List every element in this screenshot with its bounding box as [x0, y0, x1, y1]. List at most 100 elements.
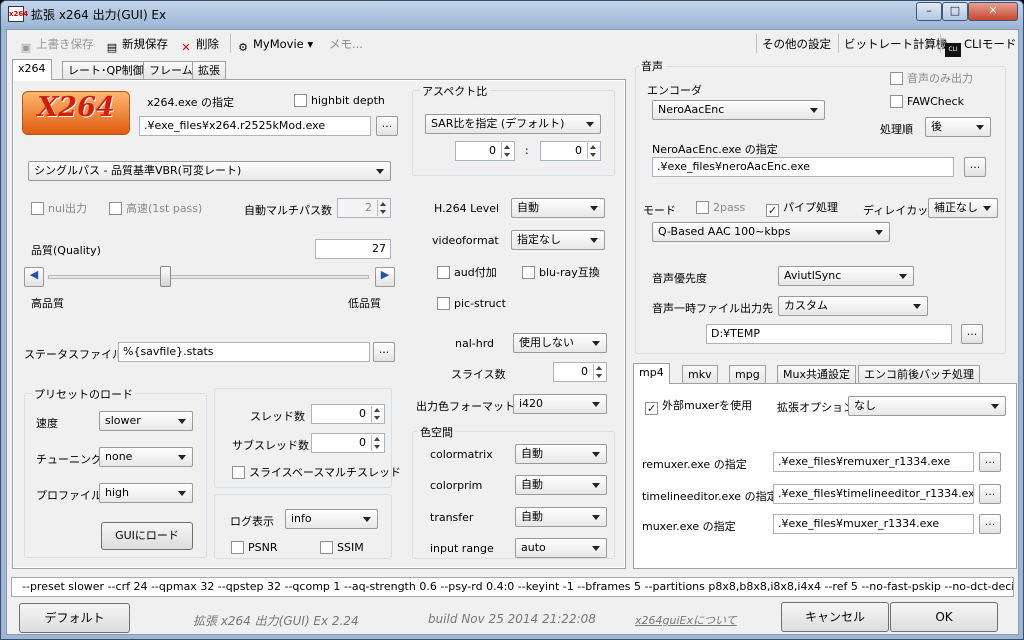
ext-option-select[interactable]: なし	[848, 396, 1006, 416]
videoformat-select[interactable]: 指定なし	[511, 230, 605, 250]
threads-stepper[interactable]: 0	[311, 404, 385, 424]
h264-level-select[interactable]: 自動	[511, 198, 605, 218]
profile-select[interactable]: high	[99, 483, 193, 503]
quality-slider-thumb[interactable]	[160, 266, 171, 287]
delay-cut-select[interactable]: 補正なし	[928, 198, 998, 218]
audio-priority-select[interactable]: AviutlSync	[778, 266, 914, 286]
timelineeditor-browse-button[interactable]: ...	[979, 484, 1001, 504]
muxer-path-input[interactable]: .¥exe_files¥muxer_r1334.exe	[773, 514, 974, 534]
default-button[interactable]: デフォルト	[19, 603, 130, 633]
status-file-browse-button[interactable]: ...	[373, 342, 395, 362]
maximize-button[interactable]: □	[942, 2, 968, 21]
audio-temp-mode-select[interactable]: カスタム	[778, 296, 928, 316]
bitrate-calculator-button[interactable]: ビットレート計算機	[844, 35, 948, 53]
audio-temp-dir-input[interactable]: D:¥TEMP	[706, 324, 952, 344]
quality-value-input[interactable]: 27	[315, 239, 391, 259]
colorprim-label: colorprim	[430, 479, 483, 492]
minimize-button[interactable]: –	[916, 2, 942, 21]
cancel-button[interactable]: キャンセル	[781, 602, 889, 632]
external-muxer-checkbox[interactable]: ✓ 外部muxerを使用	[645, 399, 752, 415]
nal-hrd-select[interactable]: 使用しない	[513, 333, 607, 353]
speed-select[interactable]: slower	[99, 411, 193, 431]
spin-arrows-icon[interactable]	[377, 200, 389, 216]
aspect-x-stepper[interactable]: 0	[455, 141, 515, 161]
spin-arrows-icon[interactable]	[371, 406, 383, 422]
toolbar-separator	[230, 34, 231, 53]
slices-stepper[interactable]: 0	[553, 362, 607, 382]
nul-output-checkbox[interactable]: nul出力	[31, 202, 87, 215]
cli-mode-button[interactable]: CLI CLIモード	[945, 35, 1016, 57]
slice-multithread-checkbox[interactable]: スライスベースマルチスレッド	[232, 466, 401, 479]
spin-arrows-icon[interactable]	[501, 143, 513, 159]
colorprim-select[interactable]: 自動	[515, 475, 607, 495]
highbit-depth-checkbox[interactable]: highbit depth	[294, 94, 385, 107]
tab-frame[interactable]: フレーム	[143, 61, 199, 80]
title-bar[interactable]: x264 拡張 x264 出力(GUI) Ex – □ ✕	[1, 1, 1023, 27]
transfer-select[interactable]: 自動	[515, 507, 607, 527]
tab-mp4[interactable]: mp4	[633, 363, 670, 384]
close-button[interactable]: ✕	[968, 2, 1018, 21]
pipe-processing-checkbox[interactable]: ✓ パイプ処理	[766, 201, 838, 217]
spin-arrows-icon[interactable]	[371, 435, 383, 451]
preset-dropdown[interactable]: ⚙ MyMovie ▾	[236, 35, 313, 54]
remuxer-path-input[interactable]: .¥exe_files¥remuxer_r1334.exe	[773, 452, 974, 472]
ssim-checkbox[interactable]: SSIM	[320, 541, 364, 554]
tab-extended[interactable]: 拡張	[192, 61, 226, 80]
timelineeditor-path-input[interactable]: .¥exe_files¥timelineeditor_r1334.exe	[773, 484, 974, 504]
quality-increase-button[interactable]: ▶	[375, 267, 395, 287]
colormatrix-select[interactable]: 自動	[515, 444, 607, 464]
quality-decrease-button[interactable]: ◀	[24, 267, 44, 287]
log-level-select[interactable]: info	[285, 509, 378, 529]
subthreads-stepper[interactable]: 0	[311, 433, 385, 453]
faw-check-label: FAWCheck	[907, 95, 964, 108]
about-link[interactable]: x264guiExについて	[635, 612, 737, 628]
pic-struct-checkbox[interactable]: pic-struct	[437, 297, 506, 310]
bluray-checkbox[interactable]: blu-ray互換	[522, 266, 600, 279]
audio-mode-select[interactable]: Q-Based AAC 100~kbps	[652, 222, 890, 242]
fast-1st-pass-checkbox[interactable]: 高速(1st pass)	[109, 202, 202, 215]
remuxer-browse-button[interactable]: ...	[979, 452, 1001, 472]
auto-multipass-stepper[interactable]: 2	[337, 198, 391, 218]
gui-load-button[interactable]: GUIにロード	[101, 522, 193, 550]
tab-x264[interactable]: x264	[12, 59, 52, 80]
ok-button[interactable]: OK	[890, 602, 998, 632]
audio-order-select[interactable]: 後	[925, 117, 991, 137]
audio-only-checkbox[interactable]: 音声のみ出力	[890, 72, 973, 85]
aspect-title: アスペクト比	[420, 83, 490, 99]
x264-exe-label: x264.exe の指定	[147, 96, 235, 109]
audio-2pass-checkbox[interactable]: 2pass	[696, 201, 745, 214]
audio-exe-browse-button[interactable]: ...	[964, 157, 986, 177]
audio-exe-label: NeroAacEnc.exe の指定	[652, 143, 778, 156]
sar-mode-select[interactable]: SAR比を指定 (デフォルト)	[425, 114, 601, 134]
muxer-browse-button[interactable]: ...	[979, 514, 1001, 534]
spin-arrows-icon[interactable]	[593, 364, 605, 380]
delete-button[interactable]: ✕ 削除	[179, 35, 219, 54]
audio-temp-browse-button[interactable]: ...	[961, 324, 983, 344]
spin-arrows-icon[interactable]	[587, 143, 599, 159]
input-range-select[interactable]: auto	[515, 538, 607, 558]
audio-encoder-select[interactable]: NeroAacEnc	[652, 100, 825, 120]
tuning-select[interactable]: none	[99, 447, 193, 467]
aud-checkbox[interactable]: aud付加	[437, 266, 497, 279]
faw-check-checkbox[interactable]: FAWCheck	[890, 95, 964, 108]
x264-exe-browse-button[interactable]: ...	[376, 116, 398, 136]
x264-exe-path-input[interactable]: .¥exe_files¥x264.r2525kMod.exe	[139, 116, 371, 136]
save-new-button[interactable]: ▤ 新規保存	[105, 35, 168, 54]
other-settings-button[interactable]: その他の設定	[762, 35, 831, 53]
quality-slider-track[interactable]	[48, 266, 369, 287]
tab-mkv[interactable]: mkv	[682, 365, 718, 384]
check-icon: ✓	[645, 402, 658, 415]
command-line-preview[interactable]: --preset slower --crf 24 --qpmax 32 --qp…	[11, 577, 1014, 597]
tab-mpg[interactable]: mpg	[729, 365, 766, 384]
status-file-input[interactable]: %{savfile}.stats	[118, 342, 370, 362]
psnr-checkbox[interactable]: PSNR	[231, 541, 278, 554]
output-csp-select[interactable]: i420	[513, 394, 607, 414]
tab-rate-qp[interactable]: レート･QP制御	[62, 61, 150, 80]
tab-mux-common[interactable]: Mux共通設定	[777, 365, 856, 384]
audio-exe-path-input[interactable]: .¥exe_files¥neroAacEnc.exe	[652, 157, 954, 177]
encode-mode-select[interactable]: シングルパス - 品質基準VBR(可変レート)	[28, 161, 391, 181]
aspect-y-stepper[interactable]: 0	[540, 141, 601, 161]
overwrite-save-button[interactable]: ▣ 上書き保存	[19, 35, 94, 54]
tab-batch[interactable]: エンコ前後バッチ処理	[858, 365, 980, 384]
memo-field[interactable]: メモ...	[329, 35, 363, 53]
